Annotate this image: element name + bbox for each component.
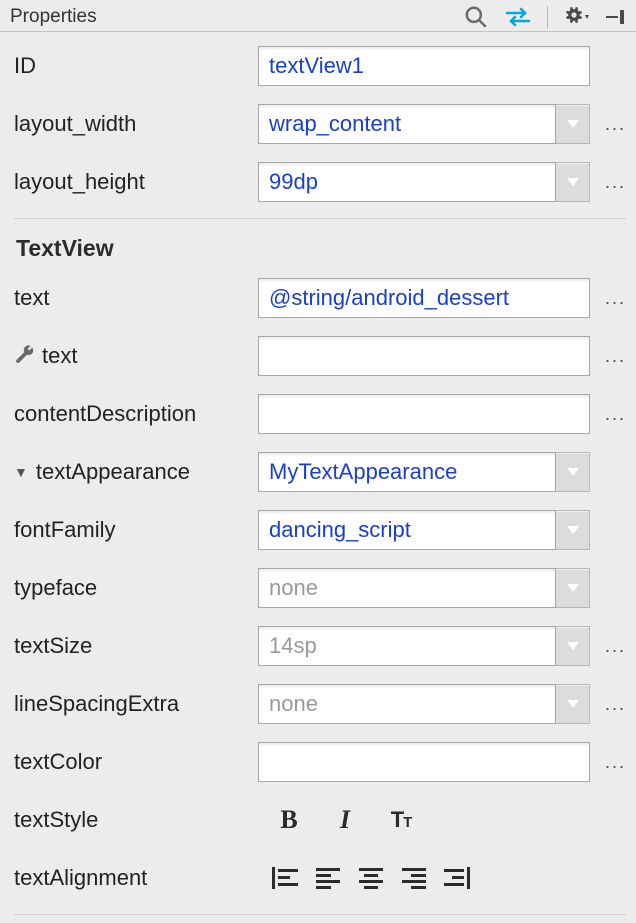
id-input[interactable] (269, 53, 579, 79)
align-text-end-toggle[interactable] (400, 865, 426, 891)
layout-height-combo[interactable]: 99dp (258, 162, 556, 202)
dropdown-arrow-icon[interactable] (556, 104, 590, 144)
row-text-size: textSize 14sp ... (14, 620, 626, 672)
allcaps-toggle[interactable]: TT (384, 803, 418, 837)
minimize-icon[interactable] (604, 7, 628, 27)
tools-text-field[interactable] (258, 336, 590, 376)
label-content-description: contentDescription (14, 401, 250, 427)
bold-icon: B (280, 805, 297, 835)
font-family-combo[interactable]: dancing_script (258, 510, 556, 550)
label-font-family: fontFamily (14, 517, 250, 543)
typeface-combo[interactable]: none (258, 568, 556, 608)
label-layout-height: layout_height (14, 169, 250, 195)
row-layout-height: layout_height 99dp ... (14, 156, 626, 208)
text-transform-icon: TT (391, 807, 412, 833)
label-text-color: textColor (14, 749, 250, 775)
label-layout-width: layout_width (14, 111, 250, 137)
row-tools-text: text ... (14, 330, 626, 382)
text-color-input[interactable] (269, 749, 579, 775)
label-text-style: textStyle (14, 807, 250, 833)
align-center-toggle[interactable] (358, 865, 384, 891)
more-button[interactable]: ... (598, 288, 626, 309)
label-text-appearance: ▼ textAppearance (14, 459, 250, 485)
bold-toggle[interactable]: B (272, 803, 306, 837)
label-tools-text: text (14, 343, 250, 369)
row-text-color: textColor ... (14, 736, 626, 788)
panel-header: Properties (0, 0, 636, 32)
label-text: text (14, 285, 250, 311)
properties-panel: Properties ID ... (0, 0, 636, 913)
align-text-start-toggle[interactable] (316, 865, 342, 891)
more-button[interactable]: ... (598, 404, 626, 425)
label-line-spacing-extra: lineSpacingExtra (14, 691, 250, 717)
text-field[interactable]: @string/android_dessert (258, 278, 590, 318)
label-typeface: typeface (14, 575, 250, 601)
more-button[interactable]: ... (598, 752, 626, 773)
line-spacing-extra-combo[interactable]: none (258, 684, 556, 724)
dropdown-arrow-icon[interactable] (556, 162, 590, 202)
tools-text-input[interactable] (269, 343, 579, 369)
align-view-start-toggle[interactable] (272, 865, 300, 891)
text-size-combo[interactable]: 14sp (258, 626, 556, 666)
label-text-size: textSize (14, 633, 250, 659)
italic-icon: I (340, 805, 350, 835)
dropdown-arrow-icon[interactable] (556, 510, 590, 550)
text-color-field[interactable] (258, 742, 590, 782)
more-button[interactable]: ... (598, 694, 626, 715)
row-layout-width: layout_width wrap_content ... (14, 98, 626, 150)
text-appearance-combo[interactable]: MyTextAppearance (258, 452, 556, 492)
id-field[interactable] (258, 46, 590, 86)
more-button[interactable]: ... (598, 346, 626, 367)
content-description-input[interactable] (269, 401, 579, 427)
text-value: @string/android_dessert (269, 285, 509, 311)
row-content-description: contentDescription ... (14, 388, 626, 440)
row-typeface: typeface none ... (14, 562, 626, 614)
dropdown-arrow-icon[interactable] (556, 626, 590, 666)
more-button[interactable]: ... (598, 114, 626, 135)
label-id: ID (14, 53, 250, 79)
more-button[interactable]: ... (598, 172, 626, 193)
row-text-alignment: textAlignment ... (14, 852, 626, 904)
dropdown-arrow-icon[interactable] (556, 568, 590, 608)
row-line-spacing-extra: lineSpacingExtra none ... (14, 678, 626, 730)
layout-width-combo[interactable]: wrap_content (258, 104, 556, 144)
gear-icon[interactable] (562, 5, 590, 29)
row-id: ID ... (14, 40, 626, 92)
panel-title: Properties (10, 6, 97, 28)
dropdown-arrow-icon[interactable] (556, 452, 590, 492)
row-text-style: textStyle B I TT ... (14, 794, 626, 846)
expand-triangle-icon[interactable]: ▼ (14, 464, 30, 480)
panel-body: ID ... layout_width wrap_content ... (0, 32, 636, 923)
search-icon[interactable] (463, 4, 489, 30)
toolbar-separator (547, 6, 548, 28)
dropdown-arrow-icon[interactable] (556, 684, 590, 724)
header-toolbar (463, 4, 628, 30)
content-description-field[interactable] (258, 394, 590, 434)
row-font-family: fontFamily dancing_script ... (14, 504, 626, 556)
italic-toggle[interactable]: I (328, 803, 362, 837)
text-style-toggle-group: B I TT (258, 803, 418, 837)
section-divider (14, 218, 626, 219)
align-view-end-toggle[interactable] (442, 865, 470, 891)
row-text-appearance: ▼ textAppearance MyTextAppearance ... (14, 446, 626, 498)
label-text-alignment: textAlignment (14, 865, 250, 891)
wrench-icon (14, 345, 36, 367)
more-button[interactable]: ... (598, 636, 626, 657)
swap-icon[interactable] (503, 6, 533, 28)
bottom-divider (14, 914, 626, 915)
label-text-appearance-span: textAppearance (36, 459, 190, 485)
row-text: text @string/android_dessert ... (14, 272, 626, 324)
text-alignment-toggle-group (258, 865, 470, 891)
section-title: TextView (14, 229, 626, 266)
label-tools-text-span: text (42, 343, 77, 369)
